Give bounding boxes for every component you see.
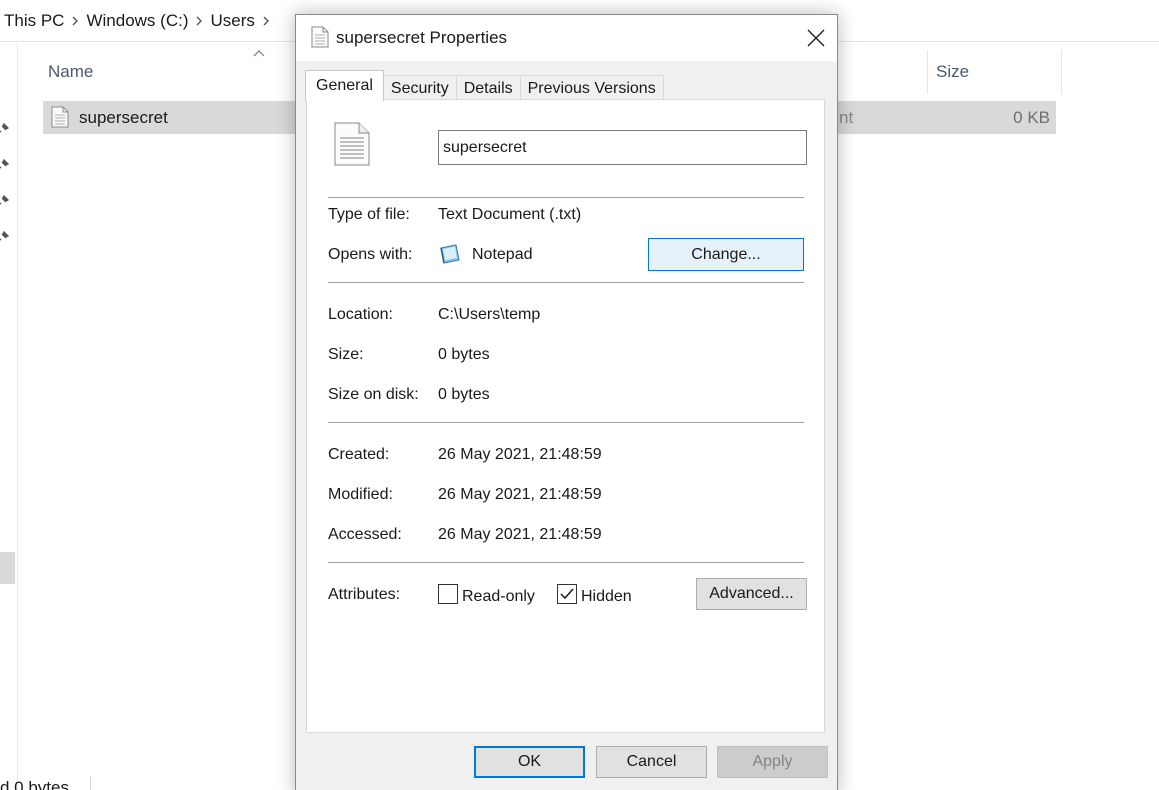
column-divider[interactable] xyxy=(1061,50,1062,94)
separator xyxy=(328,562,804,563)
separator xyxy=(328,197,804,198)
tab-previous-versions[interactable]: Previous Versions xyxy=(519,75,664,101)
cancel-button[interactable]: Cancel xyxy=(596,746,707,778)
chevron-right-icon[interactable] xyxy=(68,16,82,26)
attributes-label: Attributes: xyxy=(328,586,401,603)
notepad-icon xyxy=(440,244,460,264)
chevron-right-icon[interactable] xyxy=(192,16,206,26)
location-value: C:\Users\temp xyxy=(438,306,541,323)
type-value: Text Document (.txt) xyxy=(438,206,582,223)
navigation-pane xyxy=(0,43,18,790)
file-type: nt xyxy=(839,108,854,127)
dialog-titlebar[interactable]: supersecret Properties xyxy=(296,15,837,61)
accessed-label: Accessed: xyxy=(328,526,402,543)
size-on-disk-label: Size on disk: xyxy=(328,386,419,403)
close-icon xyxy=(807,29,825,47)
pin-icon xyxy=(0,121,10,133)
tab-strip: General Security Details Previous Versio… xyxy=(305,70,664,101)
size-label: Size: xyxy=(328,346,364,363)
readonly-label[interactable]: Read-only xyxy=(462,588,535,606)
hidden-checkbox[interactable] xyxy=(557,584,577,604)
created-label: Created: xyxy=(328,446,390,463)
modified-label: Modified: xyxy=(328,486,393,503)
status-divider xyxy=(90,776,91,790)
apply-button[interactable]: Apply xyxy=(717,746,828,778)
text-file-icon xyxy=(334,122,370,166)
hidden-label[interactable]: Hidden xyxy=(581,588,632,606)
breadcrumb-this-pc[interactable]: This PC xyxy=(0,11,68,31)
sort-up-icon xyxy=(253,50,265,57)
file-name: supersecret xyxy=(79,108,168,127)
tab-general[interactable]: General xyxy=(305,70,384,101)
advanced-button[interactable]: Advanced... xyxy=(696,578,807,610)
readonly-checkbox[interactable] xyxy=(438,584,458,604)
general-tab-panel: Type of file: Text Document (.txt) Opens… xyxy=(306,99,825,733)
text-file-icon xyxy=(311,26,329,48)
change-button[interactable]: Change... xyxy=(648,238,804,271)
created-value: 26 May 2021, 21:48:59 xyxy=(438,446,602,463)
properties-dialog: supersecret Properties General Security … xyxy=(295,14,838,790)
separator xyxy=(328,422,804,423)
location-label: Location: xyxy=(328,306,393,323)
nav-selected-item[interactable] xyxy=(0,552,15,584)
dialog-title: supersecret Properties xyxy=(336,28,508,47)
column-header-size[interactable]: Size xyxy=(936,62,969,82)
close-button[interactable] xyxy=(793,15,839,61)
pin-icon xyxy=(0,193,10,205)
opens-with-value: Notepad xyxy=(472,246,533,263)
breadcrumb-users[interactable]: Users xyxy=(206,11,258,31)
type-label: Type of file: xyxy=(328,206,410,223)
separator xyxy=(328,282,804,283)
status-bar-text: d 0 bytes xyxy=(0,778,69,790)
accessed-value: 26 May 2021, 21:48:59 xyxy=(438,526,602,543)
filename-input[interactable] xyxy=(438,130,807,165)
opens-with-label: Opens with: xyxy=(328,246,413,263)
tab-security[interactable]: Security xyxy=(382,75,457,101)
pin-icon xyxy=(0,229,10,241)
tab-details[interactable]: Details xyxy=(455,75,521,101)
checkmark-icon xyxy=(560,588,574,600)
pin-icon xyxy=(0,157,10,169)
size-on-disk-value: 0 bytes xyxy=(438,386,490,403)
breadcrumb-windows-c[interactable]: Windows (C:) xyxy=(82,11,192,31)
ok-button[interactable]: OK xyxy=(474,746,585,778)
size-value: 0 bytes xyxy=(438,346,490,363)
modified-value: 26 May 2021, 21:48:59 xyxy=(438,486,602,503)
file-size: 0 KB xyxy=(1013,108,1050,127)
chevron-right-icon[interactable] xyxy=(259,16,273,26)
column-header-name[interactable]: Name xyxy=(48,62,93,82)
column-divider[interactable] xyxy=(927,50,928,94)
text-file-icon xyxy=(51,106,69,128)
